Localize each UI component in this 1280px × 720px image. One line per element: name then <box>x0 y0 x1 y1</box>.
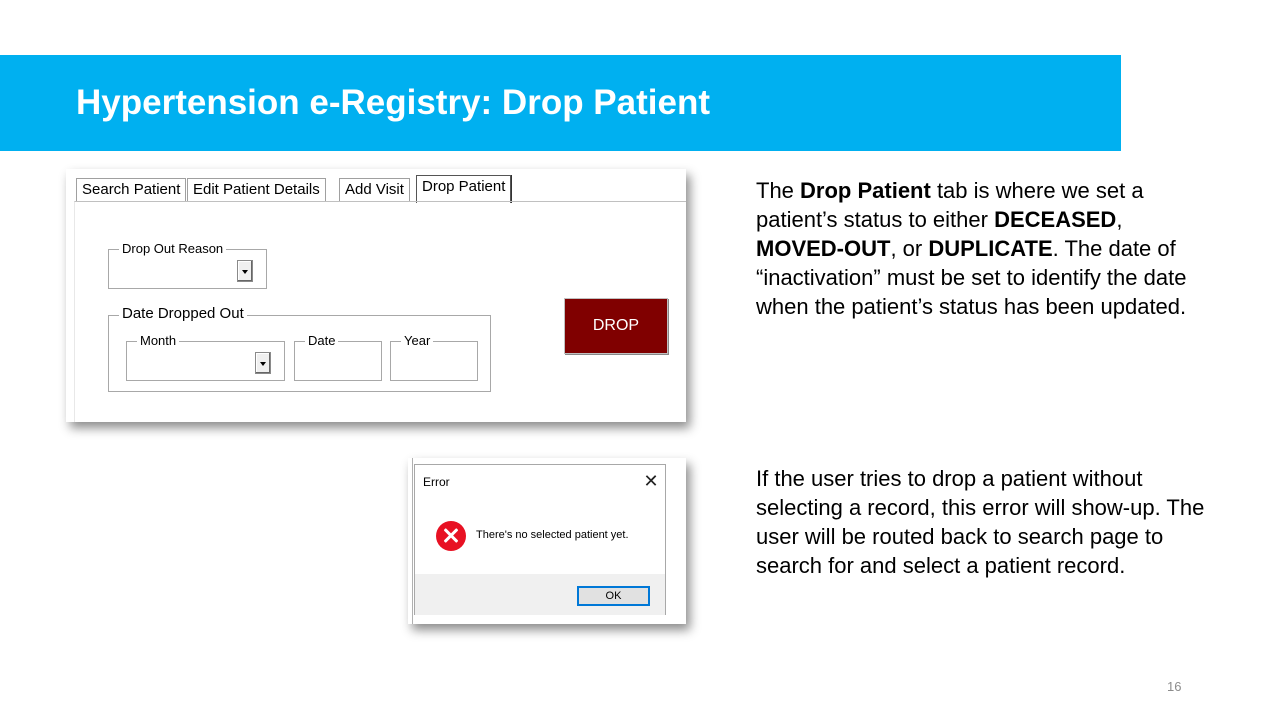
title-bar: Hypertension e-Registry: Drop Patient <box>0 55 1121 151</box>
tab-add-visit[interactable]: Add Visit <box>339 178 410 202</box>
drop-out-reason-frame: Drop Out Reason <box>108 241 267 289</box>
desc1-text-1: The <box>756 178 801 203</box>
tab-drop-patient[interactable]: Drop Patient <box>416 175 512 203</box>
error-dialog: Error ✕ There's no selected patient yet.… <box>414 464 666 615</box>
drop-patient-description: The Drop Patient tab is where we set a p… <box>756 176 1216 321</box>
month-label: Month <box>137 333 180 349</box>
drop-patient-form-screenshot: Search Patient Edit Patient Details Add … <box>66 169 686 422</box>
close-icon[interactable]: ✕ <box>641 471 661 491</box>
background-window-edge <box>412 458 413 624</box>
year-frame: Year <box>390 333 478 381</box>
year-label: Year <box>401 333 434 349</box>
date-label: Date <box>305 333 339 349</box>
month-dropdown-button[interactable] <box>255 352 271 374</box>
desc1-bold-duplicate: DUPLICATE <box>928 236 1053 261</box>
drop-out-reason-label: Drop Out Reason <box>119 241 227 257</box>
drop-patient-panel: Drop Out Reason Date Dropped Out Month D… <box>74 201 686 422</box>
error-icon <box>436 521 466 551</box>
year-input[interactable] <box>395 352 471 374</box>
date-frame: Date <box>294 333 382 381</box>
error-dialog-title: Error <box>423 475 450 489</box>
desc1-bold-deceased: DECEASED <box>994 207 1117 232</box>
desc1-text-3: , <box>1116 207 1123 232</box>
desc1-bold-drop-patient: Drop Patient <box>800 178 931 203</box>
date-input[interactable] <box>299 352 375 374</box>
tab-search-patient[interactable]: Search Patient <box>76 178 187 202</box>
tab-edit-patient-details[interactable]: Edit Patient Details <box>187 178 326 202</box>
error-dialog-screenshot: Error ✕ There's no selected patient yet.… <box>408 458 686 624</box>
error-message: There's no selected patient yet. <box>476 529 629 541</box>
desc1-text-4: , or <box>890 236 929 261</box>
slide-title: Hypertension e-Registry: Drop Patient <box>76 83 710 122</box>
drop-out-reason-dropdown-button[interactable] <box>237 260 253 282</box>
desc1-bold-moved-out: MOVED-OUT <box>756 236 891 261</box>
month-frame: Month <box>126 333 285 381</box>
ok-button[interactable]: OK <box>577 586 650 606</box>
error-description: If the user tries to drop a patient with… <box>756 466 1205 578</box>
date-dropped-out-frame: Date Dropped Out Month Date Year <box>108 306 491 392</box>
page-number: 16 <box>1167 679 1182 694</box>
error-dialog-footer: OK <box>415 574 665 615</box>
drop-button[interactable]: DROP <box>564 298 668 354</box>
date-dropped-out-label: Date Dropped Out <box>119 306 247 322</box>
